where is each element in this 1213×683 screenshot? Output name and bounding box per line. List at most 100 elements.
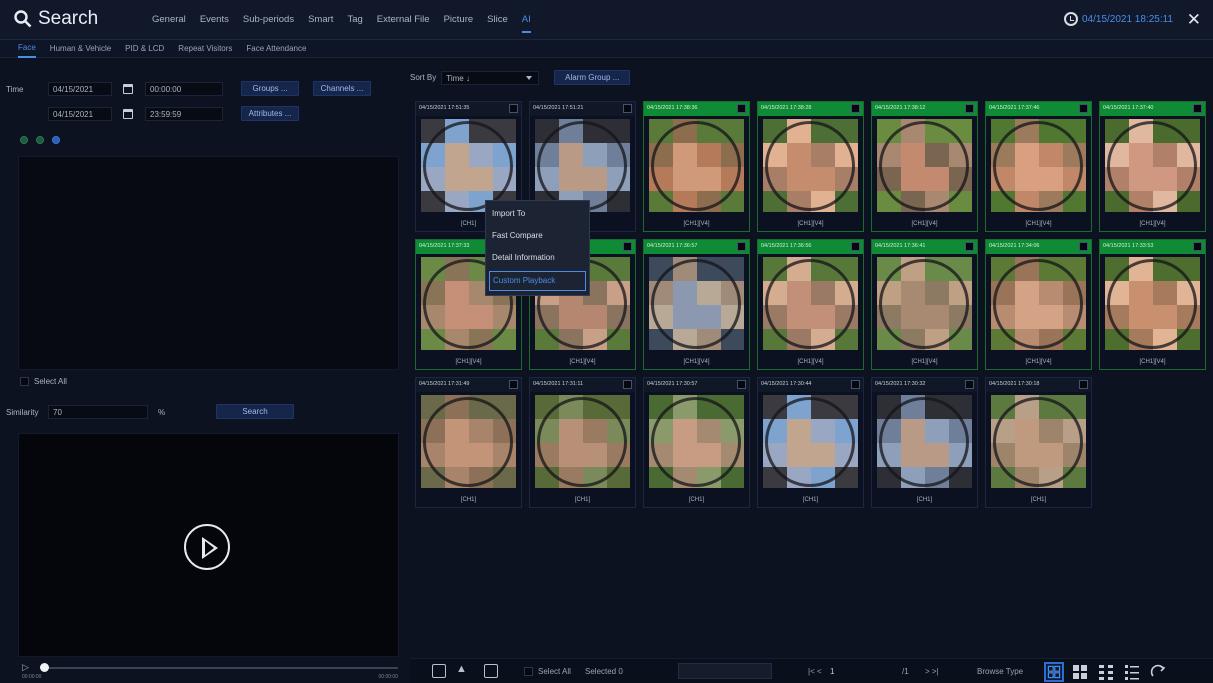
tab-face[interactable]: Face (18, 40, 36, 58)
result-card[interactable]: 04/15/2021 17:38:36 [CH1][V4] (643, 101, 750, 232)
card-checkbox[interactable] (851, 104, 860, 113)
menu-fast-compare[interactable]: Fast Compare (486, 225, 589, 247)
grid-view-icon[interactable] (1044, 662, 1064, 682)
calendar-icon[interactable] (123, 84, 133, 94)
first-page-icon[interactable]: |< < (808, 667, 822, 676)
result-card[interactable]: 04/15/2021 17:36:56 [CH1][V4] (757, 239, 864, 370)
sync-icon[interactable] (1148, 662, 1168, 682)
card-checkbox[interactable] (509, 380, 518, 389)
info-icon[interactable] (52, 136, 60, 144)
disabled-action-button[interactable] (678, 663, 772, 679)
card-channel-tag: [CH1][V4] (1025, 221, 1052, 227)
start-time-input[interactable]: 00:00:00 (145, 82, 223, 96)
card-checkbox[interactable] (623, 242, 632, 251)
system-clock: 04/15/2021 18:25:11 (1063, 12, 1173, 26)
play-clip-icon[interactable] (432, 664, 446, 678)
small-grid-view-icon[interactable] (1070, 662, 1090, 682)
card-checkbox[interactable] (509, 104, 518, 113)
similarity-input[interactable]: 70 (48, 405, 148, 419)
menu-item-slice[interactable]: Slice (487, 14, 508, 33)
menu-item-picture[interactable]: Picture (444, 14, 474, 33)
card-checkbox[interactable] (623, 104, 632, 113)
result-card[interactable]: 04/15/2021 17:31:49 [CH1] (415, 377, 522, 508)
channels-button[interactable]: Channels ... (313, 81, 371, 96)
seek-track[interactable] (44, 667, 398, 669)
upload-icon[interactable]: ▲ (456, 663, 470, 677)
result-card[interactable]: 04/15/2021 17:33:53 [CH1][V4] (1099, 239, 1206, 370)
result-card[interactable]: 04/15/2021 17:38:28 [CH1][V4] (757, 101, 864, 232)
card-checkbox[interactable] (623, 380, 632, 389)
result-card[interactable]: 04/15/2021 17:37:46 [CH1][V4] (985, 101, 1092, 232)
video-player[interactable] (18, 433, 399, 657)
result-card[interactable]: 04/15/2021 17:30:32 [CH1] (871, 377, 978, 508)
result-card[interactable]: 04/15/2021 17:31:11 [CH1] (529, 377, 636, 508)
play-small-icon[interactable]: ▷ (22, 662, 29, 673)
tab-human-vehicle[interactable]: Human & Vehicle (50, 41, 111, 57)
menu-item-external-file[interactable]: External File (377, 14, 430, 33)
seek-handle[interactable] (40, 663, 49, 672)
search-button[interactable]: Search (216, 404, 294, 419)
play-icon[interactable] (184, 524, 230, 570)
card-checkbox[interactable] (851, 380, 860, 389)
card-checkbox[interactable] (1079, 242, 1088, 251)
clock-icon (1063, 12, 1078, 26)
card-checkbox[interactable] (965, 104, 974, 113)
result-card[interactable]: 04/15/2021 17:30:18 [CH1] (985, 377, 1092, 508)
list-view-icon[interactable] (1122, 662, 1142, 682)
result-card[interactable]: 04/15/2021 17:36:41 [CH1][V4] (871, 239, 978, 370)
menu-item-general[interactable]: General (152, 14, 186, 33)
menu-custom-playback[interactable]: Custom Playback (489, 271, 586, 291)
face-thumbnail (877, 119, 972, 212)
tab-face-attendance[interactable]: Face Attendance (246, 41, 306, 57)
result-card[interactable]: 04/15/2021 17:38:12 [CH1][V4] (871, 101, 978, 232)
sort-select[interactable]: Time ↓ (441, 70, 540, 85)
card-checkbox[interactable] (851, 242, 860, 251)
menu-item-subperiods[interactable]: Sub-periods (243, 14, 294, 33)
app-title: Search (14, 8, 98, 30)
card-checkbox[interactable] (1193, 242, 1202, 251)
tab-repeat-visitors[interactable]: Repeat Visitors (178, 41, 232, 57)
tab-pid-lcd[interactable]: PID & LCD (125, 41, 164, 57)
card-checkbox[interactable] (1193, 104, 1202, 113)
face-group-list[interactable] (18, 156, 399, 370)
search-window: Search General Events Sub-periods Smart … (0, 0, 1213, 683)
result-card[interactable]: 04/15/2021 17:34:06 [CH1][V4] (985, 239, 1092, 370)
end-date-input[interactable]: 04/15/2021 (48, 107, 112, 121)
card-checkbox[interactable] (965, 242, 974, 251)
alarm-group-button[interactable]: Alarm Group ... (554, 70, 631, 85)
end-time-input[interactable]: 23:59:59 (145, 107, 223, 121)
start-date-input[interactable]: 04/15/2021 (48, 82, 112, 96)
card-checkbox[interactable] (737, 104, 746, 113)
result-card[interactable]: 04/15/2021 17:30:57 [CH1] (643, 377, 750, 508)
card-checkbox[interactable] (737, 242, 746, 251)
save-icon[interactable] (484, 664, 498, 678)
bottom-select-all-checkbox[interactable] (524, 667, 533, 676)
tile-view-icon[interactable] (1096, 662, 1116, 682)
menu-item-tag[interactable]: Tag (347, 14, 362, 33)
groups-button[interactable]: Groups ... (241, 81, 299, 96)
page-input[interactable]: 1 (830, 667, 834, 676)
last-page-icon[interactable]: > >| (925, 667, 939, 676)
select-all-checkbox[interactable] (20, 377, 29, 386)
attributes-button[interactable]: Attributes ... (241, 106, 299, 121)
filter-panel: Time 04/15/2021 00:00:00 Groups ... Chan… (0, 60, 405, 683)
edit-icon[interactable] (36, 136, 44, 144)
card-channel-tag: [CH1][V4] (911, 359, 938, 365)
menu-item-ai[interactable]: AI (521, 14, 531, 33)
add-icon[interactable] (20, 136, 28, 144)
card-checkbox[interactable] (1079, 380, 1088, 389)
browse-type-label: Browse Type (977, 667, 1024, 676)
result-card[interactable]: 04/15/2021 17:36:57 [CH1][V4] (643, 239, 750, 370)
close-icon[interactable]: ✕ (1187, 10, 1201, 30)
menu-detail-information[interactable]: Detail Information (486, 247, 589, 269)
menu-item-smart[interactable]: Smart (308, 14, 333, 33)
menu-import-to[interactable]: Import To (486, 203, 589, 225)
menu-item-events[interactable]: Events (200, 14, 229, 33)
card-checkbox[interactable] (737, 380, 746, 389)
calendar-icon[interactable] (123, 109, 133, 119)
result-card[interactable]: 04/15/2021 17:37:40 [CH1][V4] (1099, 101, 1206, 232)
card-checkbox[interactable] (1079, 104, 1088, 113)
result-card[interactable]: 04/15/2021 17:30:44 [CH1] (757, 377, 864, 508)
playback-seekbar[interactable]: ▷ 00:00:00 00:00:00 (22, 661, 398, 681)
card-checkbox[interactable] (965, 380, 974, 389)
